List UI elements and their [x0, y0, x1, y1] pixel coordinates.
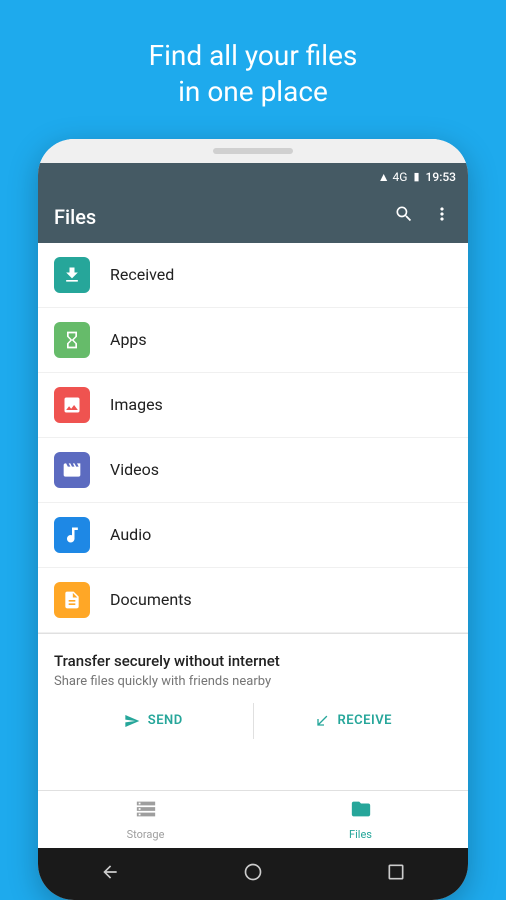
list-item[interactable]: Apps [38, 308, 468, 373]
videos-label: Videos [110, 460, 159, 479]
time-display: 19:53 [426, 170, 456, 184]
list-item[interactable]: Videos [38, 438, 468, 503]
documents-icon [54, 582, 90, 618]
list-item[interactable]: Documents [38, 568, 468, 633]
images-icon [54, 387, 90, 423]
list-item[interactable]: Images [38, 373, 468, 438]
signal-icon: ▲ 4G [378, 170, 408, 184]
receive-button[interactable]: RECEIVE [254, 703, 453, 739]
transfer-title: Transfer securely without internet [54, 652, 452, 670]
status-bar: ▲ 4G ▮ 19:53 [38, 163, 468, 191]
list-item[interactable]: Audio [38, 503, 468, 568]
received-icon [54, 257, 90, 293]
phone-frame: ▲ 4G ▮ 19:53 Files [38, 139, 468, 900]
transfer-section: Transfer securely without internet Share… [38, 633, 468, 753]
storage-nav-label: Storage [127, 828, 165, 841]
system-bar [38, 848, 468, 900]
send-label: SEND [148, 713, 183, 728]
toolbar-icons [394, 204, 452, 229]
send-button[interactable]: SEND [54, 703, 254, 739]
file-list: Received Apps Images [38, 243, 468, 790]
header-line1: Find all your files [149, 39, 358, 72]
phone-speaker [38, 139, 468, 163]
more-options-icon[interactable] [432, 204, 452, 229]
audio-icon [54, 517, 90, 553]
videos-icon [54, 452, 90, 488]
nav-item-files[interactable]: Files [253, 791, 468, 848]
bottom-nav: Storage Files [38, 790, 468, 848]
apps-label: Apps [110, 330, 147, 349]
home-button[interactable] [235, 854, 271, 895]
received-label: Received [110, 265, 174, 284]
files-nav-label: Files [349, 828, 372, 841]
transfer-buttons: SEND RECEIVE [54, 703, 452, 739]
battery-icon: ▮ [413, 170, 419, 183]
back-button[interactable] [92, 854, 128, 895]
apps-icon [54, 322, 90, 358]
recents-button[interactable] [378, 854, 414, 895]
app-title: Files [54, 205, 96, 229]
nav-item-storage[interactable]: Storage [38, 791, 253, 848]
images-label: Images [110, 395, 163, 414]
files-nav-icon [350, 798, 372, 825]
list-item[interactable]: Received [38, 243, 468, 308]
transfer-subtitle: Share files quickly with friends nearby [54, 674, 452, 689]
header-line2: in one place [178, 75, 328, 108]
storage-nav-icon [135, 798, 157, 825]
search-icon[interactable] [394, 204, 414, 229]
audio-label: Audio [110, 525, 151, 544]
speaker-bar [213, 148, 293, 154]
header-text: Find all your files in one place [109, 0, 398, 139]
documents-label: Documents [110, 590, 192, 609]
toolbar: Files [38, 191, 468, 243]
receive-label: RECEIVE [338, 713, 392, 728]
